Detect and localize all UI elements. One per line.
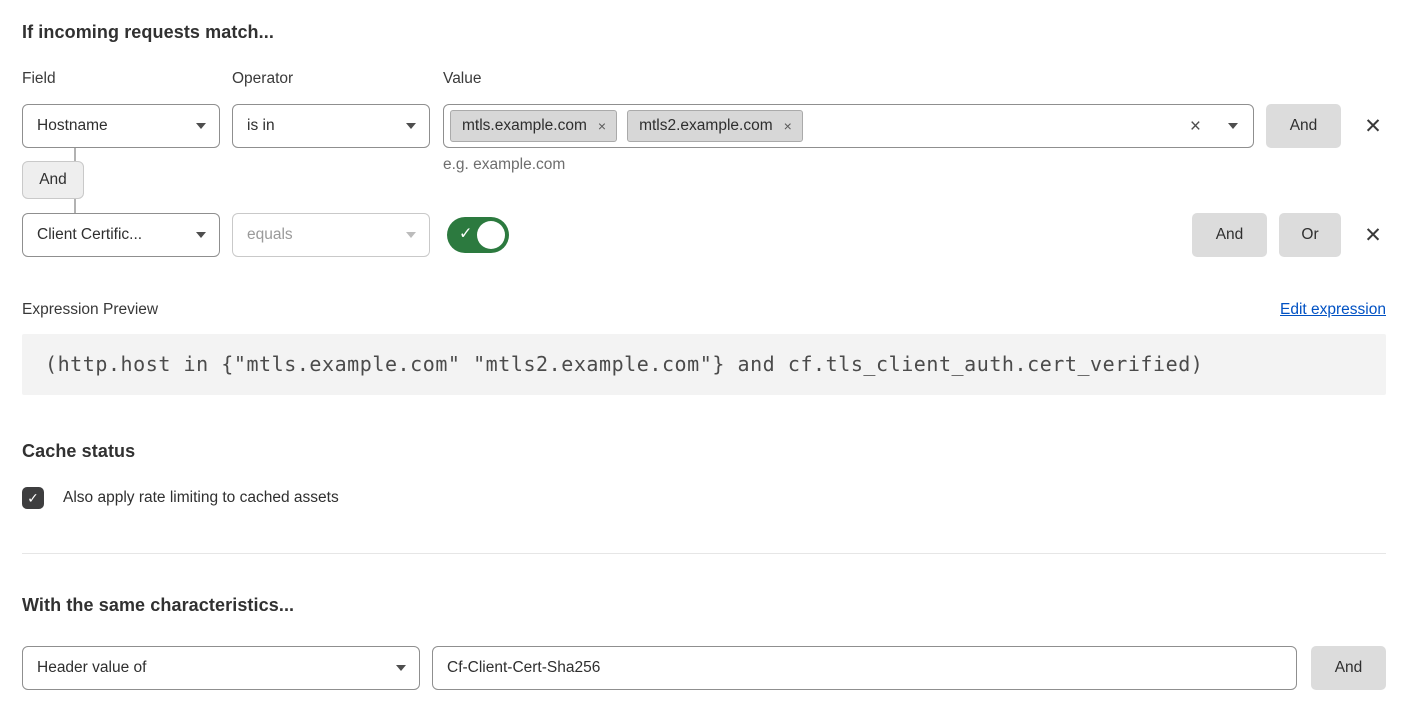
operator-column-label: Operator <box>232 70 443 88</box>
operator-select-row2: equals <box>232 213 430 257</box>
cached-assets-checkbox[interactable]: ✓ <box>22 487 44 509</box>
clear-values-icon[interactable]: × <box>1190 117 1201 136</box>
cache-checkbox-row: ✓ Also apply rate limiting to cached ass… <box>22 487 1386 509</box>
column-labels: Field Operator Value <box>22 70 1386 88</box>
chevron-down-icon <box>406 123 416 129</box>
chevron-down-icon <box>396 665 406 671</box>
delete-row2-icon[interactable]: ✕ <box>1360 225 1386 246</box>
add-and-condition-button-row1[interactable]: And <box>1266 104 1341 148</box>
delete-row1-icon[interactable]: ✕ <box>1360 116 1386 137</box>
row2-actions: And Or ✕ <box>1192 213 1386 257</box>
field-select-row1[interactable]: Hostname <box>22 104 220 148</box>
toggle-knob <box>477 221 505 249</box>
field-select-row2-value: Client Certific... <box>37 226 142 244</box>
header-name-input[interactable] <box>432 646 1297 690</box>
cache-status-title: Cache status <box>22 441 1386 462</box>
field-column-label: Field <box>22 70 232 88</box>
match-row-1: Hostname is in mtls.example.com × mtls2.… <box>22 104 1386 148</box>
value-multiselect-row1[interactable]: mtls.example.com × mtls2.example.com × × <box>443 104 1254 148</box>
check-icon: ✓ <box>459 227 472 243</box>
expression-preview-label: Expression Preview <box>22 301 158 319</box>
match-section-title: If incoming requests match... <box>22 22 1386 43</box>
rule-builder: If incoming requests match... Field Oper… <box>0 0 1420 690</box>
section-divider <box>22 553 1386 554</box>
add-characteristic-button[interactable]: And <box>1311 646 1386 690</box>
add-or-condition-button-row2[interactable]: Or <box>1279 213 1341 257</box>
tag-remove-icon[interactable]: × <box>784 119 792 133</box>
tag-remove-icon[interactable]: × <box>598 119 606 133</box>
chevron-down-icon <box>196 232 206 238</box>
value-tag: mtls.example.com × <box>450 110 617 142</box>
expression-code-block: (http.host in {"mtls.example.com" "mtls2… <box>22 334 1386 395</box>
characteristics-title: With the same characteristics... <box>22 595 1386 616</box>
chevron-down-icon <box>406 232 416 238</box>
cached-assets-checkbox-label: Also apply rate limiting to cached asset… <box>63 489 339 507</box>
match-row-2: Client Certific... equals ✓ And Or ✕ <box>22 213 1386 257</box>
field-select-row1-value: Hostname <box>37 117 108 135</box>
value-column-label: Value <box>443 70 1386 88</box>
characteristic-select-value: Header value of <box>37 659 146 677</box>
characteristics-row: Header value of And <box>22 646 1386 690</box>
boolean-value-toggle[interactable]: ✓ <box>447 217 509 253</box>
operator-select-row1[interactable]: is in <box>232 104 430 148</box>
value-tag: mtls2.example.com × <box>627 110 803 142</box>
chevron-down-icon[interactable] <box>1228 123 1238 129</box>
value-tag-text: mtls.example.com <box>462 117 587 135</box>
condition-connector-zone: And e.g. example.com <box>22 148 1386 213</box>
connector-and-button[interactable]: And <box>22 161 84 199</box>
value-tag-text: mtls2.example.com <box>639 117 773 135</box>
operator-select-row2-value: equals <box>247 226 293 244</box>
characteristic-select[interactable]: Header value of <box>22 646 420 690</box>
edit-expression-link[interactable]: Edit expression <box>1280 301 1386 319</box>
add-and-condition-button-row2[interactable]: And <box>1192 213 1267 257</box>
operator-select-row1-value: is in <box>247 117 275 135</box>
field-select-row2[interactable]: Client Certific... <box>22 213 220 257</box>
expression-preview-header: Expression Preview Edit expression <box>22 301 1386 319</box>
chevron-down-icon <box>196 123 206 129</box>
value-helper-text: e.g. example.com <box>443 156 565 174</box>
